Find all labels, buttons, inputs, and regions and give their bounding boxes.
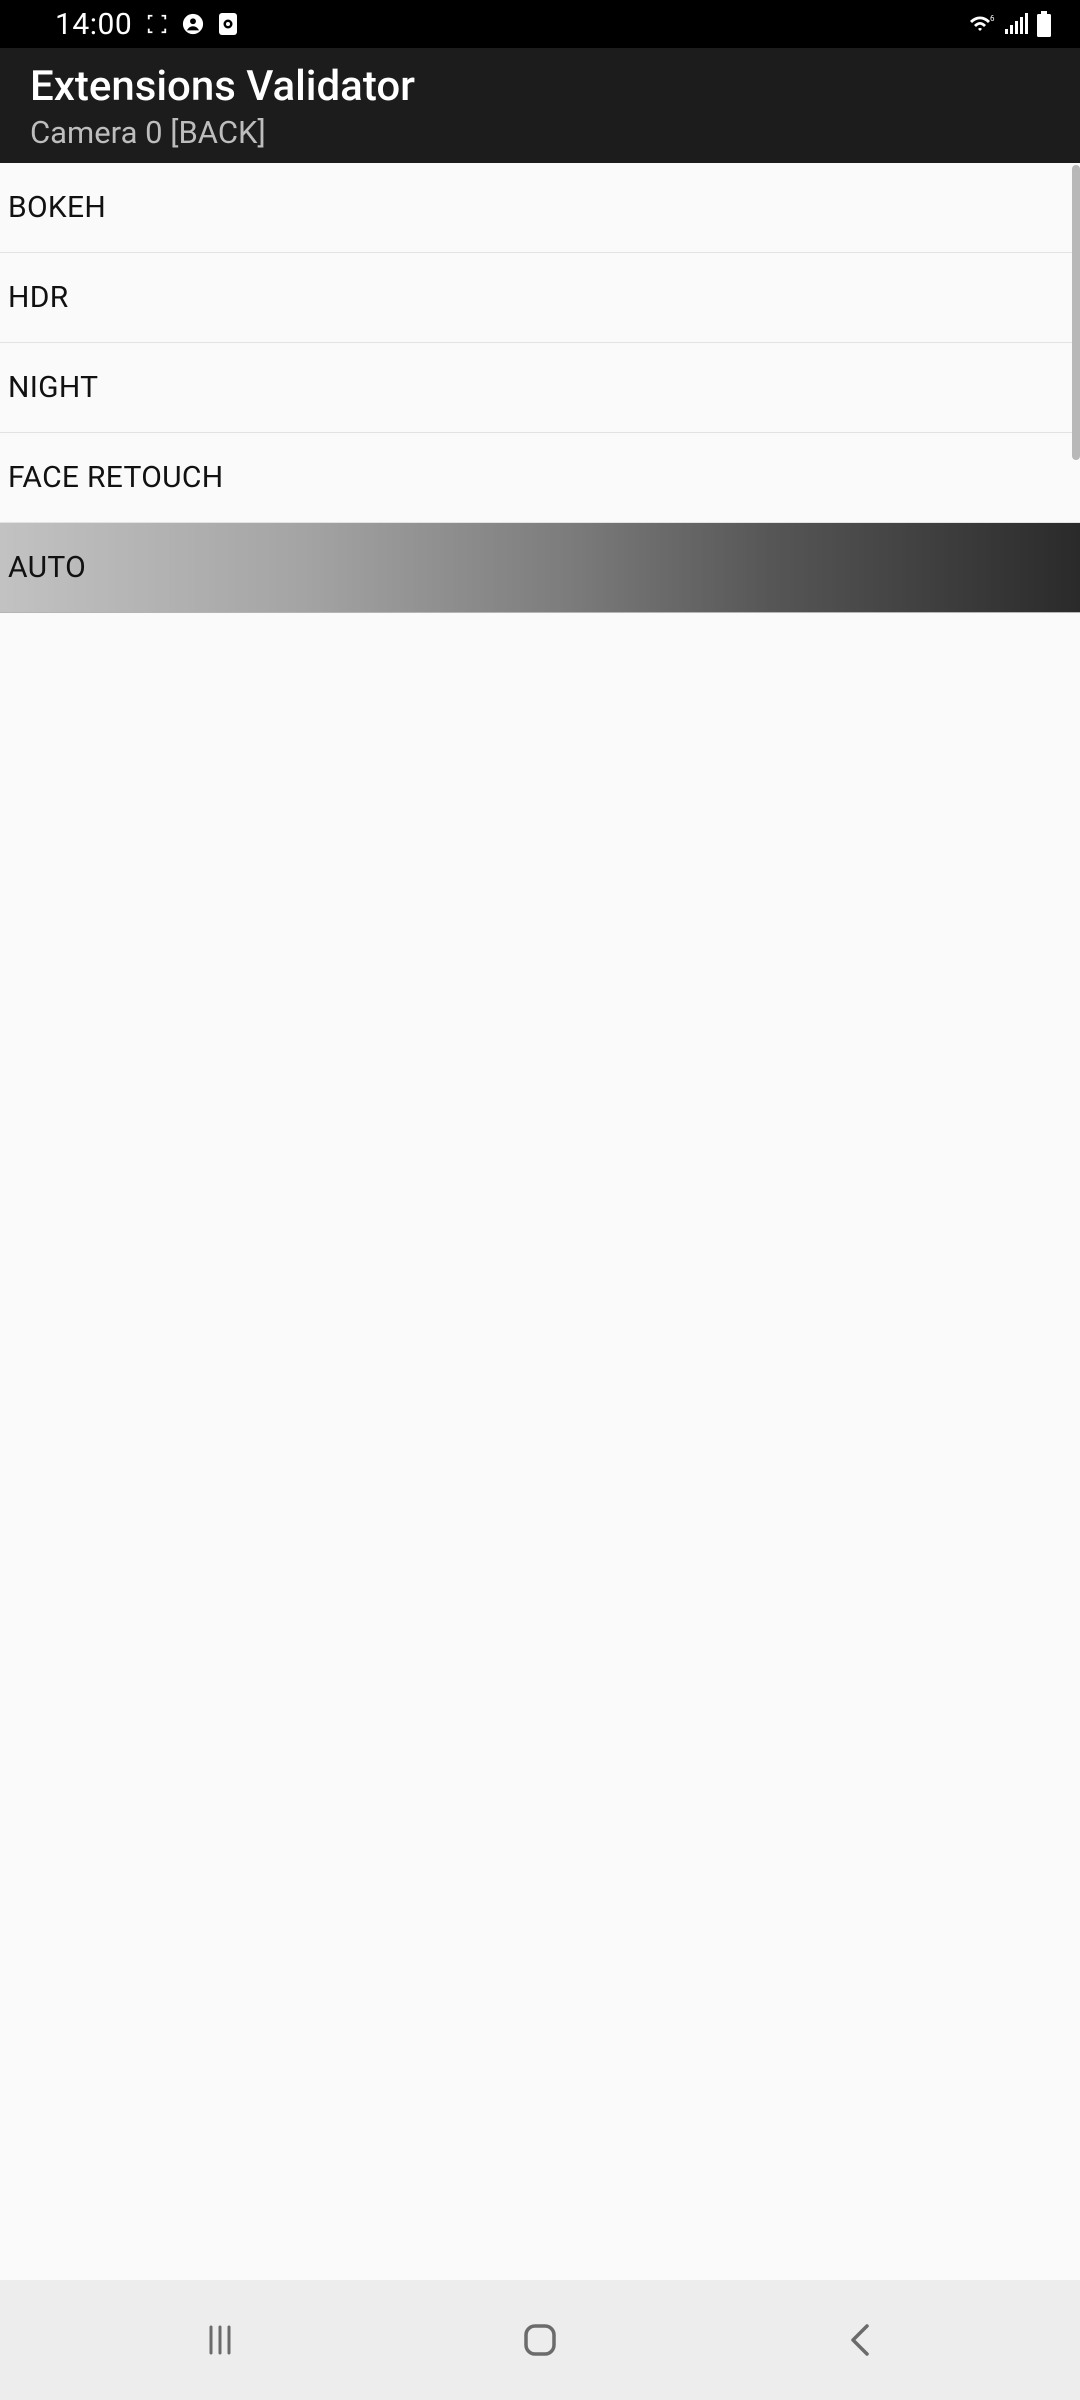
android-nav-bar [0, 2280, 1080, 2400]
signal-icon [1004, 13, 1028, 35]
page-subtitle: Camera 0 [BACK] [30, 114, 1050, 151]
status-time: 14:00 [55, 7, 132, 42]
svg-text:6: 6 [990, 14, 995, 23]
status-left: 14:00 [55, 7, 238, 42]
list-item-auto[interactable]: AUTO [0, 523, 1080, 613]
list-item-label: NIGHT [8, 370, 98, 405]
fullscreen-icon [146, 13, 168, 35]
list-item-label: HDR [8, 280, 68, 315]
list-item-label: AUTO [8, 550, 86, 585]
list-item-night[interactable]: NIGHT [0, 343, 1080, 433]
status-right: 6 [968, 11, 1052, 37]
media-icon [218, 12, 238, 36]
recents-button[interactable] [150, 2300, 290, 2380]
list-item-label: FACE RETOUCH [8, 460, 223, 495]
home-button[interactable] [470, 2300, 610, 2380]
wifi-icon: 6 [968, 13, 996, 35]
scrollbar-thumb[interactable] [1072, 165, 1080, 460]
status-bar: 14:00 [0, 0, 1080, 48]
list-item-label: BOKEH [8, 190, 106, 225]
content-area: BOKEH HDR NIGHT FACE RETOUCH AUTO [0, 163, 1080, 2292]
back-button[interactable] [790, 2300, 930, 2380]
list-item-bokeh[interactable]: BOKEH [0, 163, 1080, 253]
list-item-face-retouch[interactable]: FACE RETOUCH [0, 433, 1080, 523]
account-icon [182, 13, 204, 35]
battery-icon [1036, 11, 1052, 37]
page-title: Extensions Validator [30, 62, 1050, 112]
app-bar: Extensions Validator Camera 0 [BACK] [0, 48, 1080, 163]
extension-list[interactable]: BOKEH HDR NIGHT FACE RETOUCH AUTO [0, 163, 1080, 613]
list-item-hdr[interactable]: HDR [0, 253, 1080, 343]
